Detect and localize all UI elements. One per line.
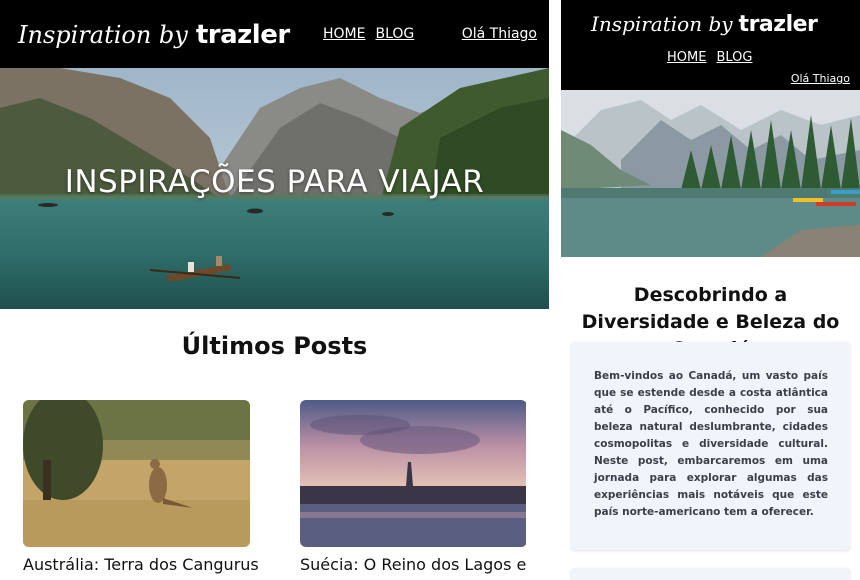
post-thumbnail[interactable] — [300, 400, 527, 547]
brand-script: Inspiration by — [591, 12, 733, 36]
kangaroo-image — [23, 400, 250, 547]
post-title[interactable]: Austrália: Terra dos Cangurus — [23, 555, 259, 574]
latest-posts-heading: Últimos Posts — [181, 332, 368, 360]
post-card[interactable]: Suécia: O Reino dos Lagos e — [300, 400, 527, 574]
hero-title: INSPIRAÇÕES PARA VIAJAR — [64, 164, 485, 200]
user-greeting-link[interactable]: Olá Thiago — [791, 72, 850, 85]
post-content-card: Bem-vindos ao Canadá, um vasto país que … — [571, 342, 850, 550]
user-greeting-link[interactable]: Olá Thiago — [462, 26, 537, 42]
site-header: Inspiration by trazler HOME BLOG Olá Thi… — [561, 0, 860, 90]
stockholm-image — [300, 400, 526, 547]
main-nav: HOME BLOG — [667, 50, 752, 65]
nav-home-link[interactable]: HOME — [323, 26, 365, 42]
post-thumbnail[interactable] — [23, 400, 250, 547]
brand-logo[interactable]: Inspiration by trazler — [591, 12, 818, 37]
post-body-text: Bem-vindos ao Canadá, um vasto país que … — [594, 370, 828, 518]
hero-banner: INSPIRAÇÕES PARA VIAJAR — [0, 68, 549, 309]
post-cover-image — [561, 90, 860, 257]
site-header: Inspiration by trazler HOME BLOG Olá Thi… — [0, 0, 549, 68]
brand-wordmark: trazler — [195, 20, 290, 50]
next-content-card — [571, 568, 850, 580]
panel-divider — [549, 0, 561, 580]
post-title[interactable]: Suécia: O Reino dos Lagos e — [300, 555, 527, 574]
nav-blog-link[interactable]: BLOG — [716, 50, 752, 65]
nav-blog-link[interactable]: BLOG — [375, 26, 414, 42]
desktop-view: Inspiration by trazler HOME BLOG Olá Thi… — [0, 0, 549, 580]
brand-logo[interactable]: Inspiration by trazler — [18, 20, 290, 50]
main-nav: HOME BLOG — [323, 26, 414, 42]
brand-wordmark: trazler — [738, 12, 818, 37]
mobile-view: Inspiration by trazler HOME BLOG Olá Thi… — [561, 0, 860, 580]
post-card[interactable]: Austrália: Terra dos Cangurus — [23, 400, 259, 574]
canada-lake-image — [561, 90, 860, 257]
brand-script: Inspiration by — [18, 21, 188, 49]
nav-home-link[interactable]: HOME — [667, 50, 706, 65]
